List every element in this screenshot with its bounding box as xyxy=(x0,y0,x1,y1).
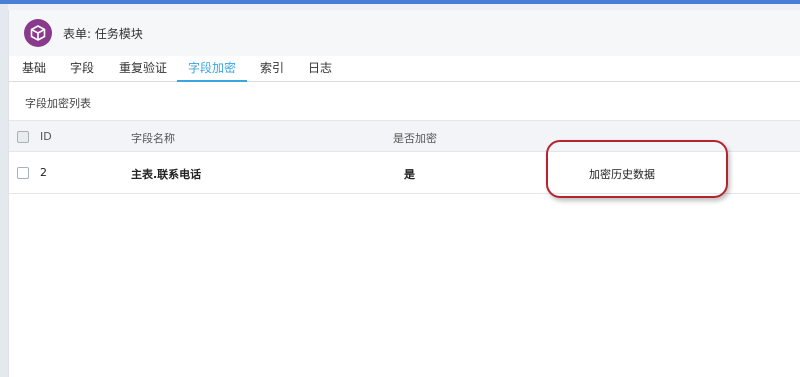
top-accent-bar xyxy=(0,0,800,4)
row-field-name: 主表.联系电话 xyxy=(131,168,202,181)
cube-icon xyxy=(24,19,52,47)
tab-index[interactable]: 索引 xyxy=(257,58,287,82)
column-header-id: ID xyxy=(40,130,52,143)
column-header-encrypted: 是否加密 xyxy=(393,132,437,145)
form-panel: 表单: 任务模块 基础 字段 重复验证 字段加密 索引 日志 字段加密列表 ID… xyxy=(8,10,800,377)
form-header: 表单: 任务模块 xyxy=(9,10,800,56)
encrypt-history-data-link[interactable]: 加密历史数据 xyxy=(589,166,655,182)
left-sidebar-edge xyxy=(0,4,8,377)
tab-field-encryption[interactable]: 字段加密 xyxy=(177,58,247,82)
column-header-field-name: 字段名称 xyxy=(131,132,175,145)
row-id-link[interactable]: 2 xyxy=(40,166,47,179)
tab-basic[interactable]: 基础 xyxy=(19,58,49,82)
section-title: 字段加密列表 xyxy=(25,97,91,110)
table-row: 2 主表.联系电话 是 加密历史数据 xyxy=(9,152,800,194)
tab-log[interactable]: 日志 xyxy=(305,58,335,82)
row-encrypted-value: 是 xyxy=(404,168,415,181)
select-all-checkbox[interactable] xyxy=(17,131,29,143)
tab-fields[interactable]: 字段 xyxy=(67,58,97,82)
table-header: ID 字段名称 是否加密 xyxy=(9,120,800,152)
row-checkbox[interactable] xyxy=(17,167,29,179)
tab-duplicate-validation[interactable]: 重复验证 xyxy=(115,58,171,82)
page-title: 表单: 任务模块 xyxy=(63,27,143,41)
tab-bar: 基础 字段 重复验证 字段加密 索引 日志 xyxy=(9,58,800,82)
